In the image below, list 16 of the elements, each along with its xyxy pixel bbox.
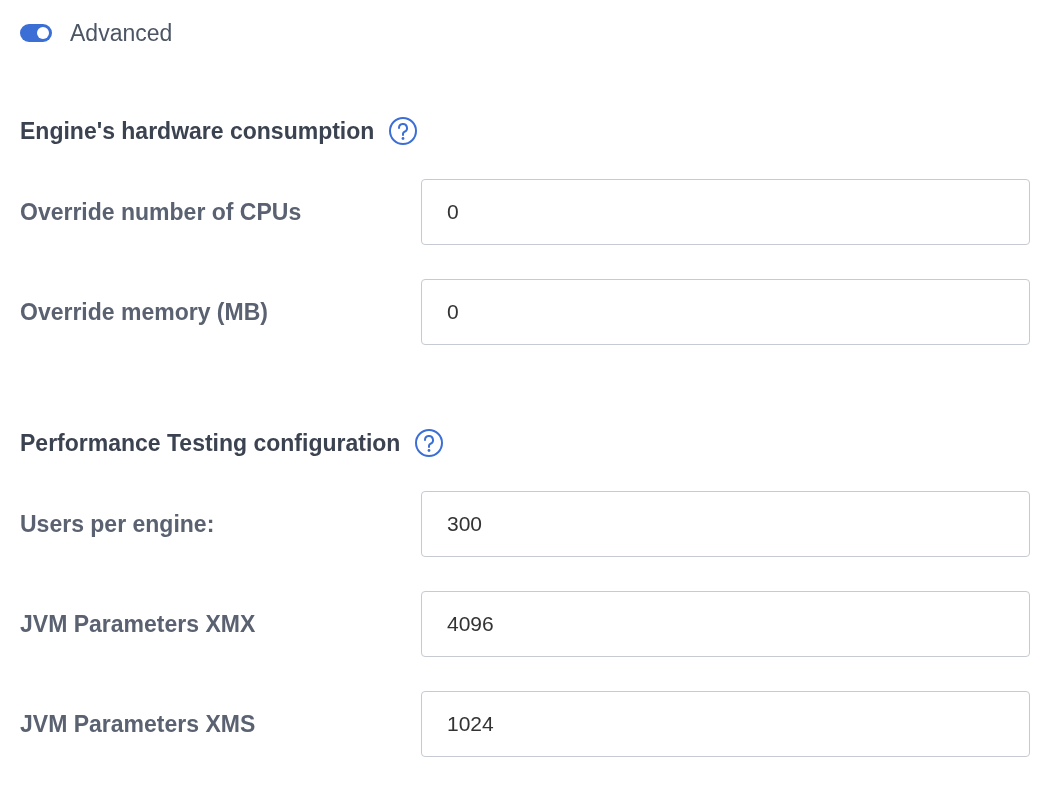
toggle-label: Advanced bbox=[70, 19, 173, 47]
input-field[interactable]: 1024 bbox=[421, 691, 1030, 757]
toggle-switch[interactable] bbox=[20, 24, 52, 42]
field-label: Override number of CPUs bbox=[20, 198, 303, 226]
field-label: JVM Parameters XMX bbox=[20, 610, 257, 638]
field-label: Users per engine: bbox=[20, 510, 216, 538]
help-icon[interactable] bbox=[414, 428, 445, 458]
input-field[interactable]: 4096 bbox=[421, 591, 1030, 657]
input-field[interactable]: 0 bbox=[421, 279, 1030, 345]
field-label: JVM Parameters XMS bbox=[20, 710, 257, 738]
field-label: Override memory (MB) bbox=[20, 298, 269, 326]
section-heading: Engine's hardware consumption bbox=[20, 117, 375, 145]
input-field[interactable]: 0 bbox=[421, 179, 1030, 245]
input-field[interactable]: 300 bbox=[421, 491, 1030, 557]
help-icon[interactable] bbox=[388, 116, 419, 146]
section-heading: Performance Testing configuration bbox=[20, 429, 401, 457]
